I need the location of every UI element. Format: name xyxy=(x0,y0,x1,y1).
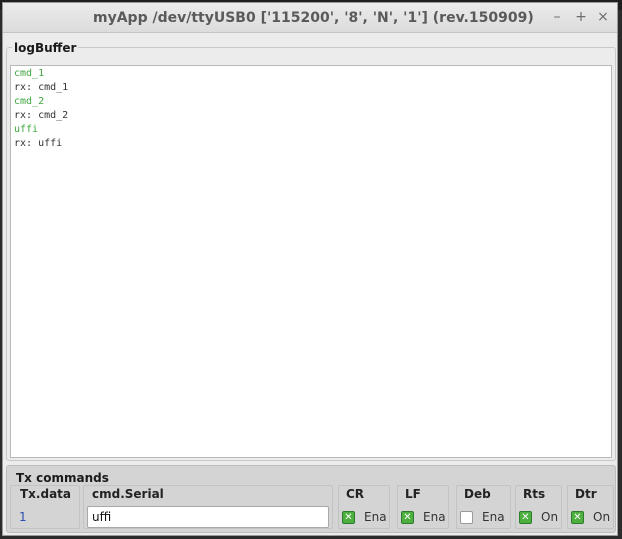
checkbox-checked-icon[interactable]: ✕ xyxy=(401,510,414,524)
tx-data-label: Tx.data xyxy=(20,487,72,501)
lf-checkbox[interactable]: ✕ Ena xyxy=(401,510,446,524)
cr-label: CR xyxy=(346,487,365,501)
close-icon[interactable]: × xyxy=(595,9,611,25)
app-window: myApp /dev/ttyUSB0 ['115200', '8', 'N', … xyxy=(2,2,618,536)
rts-label: Rts xyxy=(523,487,546,501)
tx-data-cell: Tx.data 1 xyxy=(10,485,80,529)
checkbox-checked-icon[interactable]: ✕ xyxy=(571,510,584,524)
dtr-label: Dtr xyxy=(575,487,597,501)
rts-checkbox-text: On xyxy=(541,510,559,524)
deb-label: Deb xyxy=(464,487,491,501)
rts-checkbox[interactable]: ✕ On xyxy=(519,510,558,524)
window-title: myApp /dev/ttyUSB0 ['115200', '8', 'N', … xyxy=(93,10,534,26)
log-line: rx: cmd_1 xyxy=(14,82,69,93)
log-line: uffi xyxy=(14,124,39,135)
checkbox-checked-icon[interactable]: ✕ xyxy=(342,510,355,524)
tx-commands-title: Tx commands xyxy=(16,471,109,485)
log-buffer-textarea[interactable]: cmd_1 rx: cmd_1 cmd_2 rx: cmd_2 uffi rx:… xyxy=(10,65,612,458)
cr-cell: CR ✕ Ena xyxy=(338,485,390,529)
dtr-cell: Dtr ✕ On xyxy=(567,485,614,529)
dtr-checkbox-text: On xyxy=(593,510,611,524)
lf-checkbox-text: Ena xyxy=(423,510,446,524)
log-line: rx: cmd_2 xyxy=(14,110,69,121)
log-buffer-title: logBuffer xyxy=(12,41,79,55)
minimize-icon[interactable]: – xyxy=(549,9,565,25)
log-buffer-group: logBuffer cmd_1 rx: cmd_1 cmd_2 rx: cmd_… xyxy=(6,41,616,461)
maximize-icon[interactable]: + xyxy=(573,9,589,25)
tx-data-value: 1 xyxy=(19,510,27,524)
dtr-checkbox[interactable]: ✕ On xyxy=(571,510,610,524)
cr-checkbox-text: Ena xyxy=(364,510,387,524)
lf-label: LF xyxy=(405,487,421,501)
log-line: cmd_1 xyxy=(14,68,45,79)
checkbox-checked-icon[interactable]: ✕ xyxy=(519,510,532,524)
rts-cell: Rts ✕ On xyxy=(515,485,562,529)
checkbox-unchecked-icon[interactable] xyxy=(460,510,473,524)
cmd-serial-label: cmd.Serial xyxy=(92,487,164,501)
deb-cell: Deb Ena xyxy=(456,485,511,529)
cmd-serial-cell: cmd.Serial xyxy=(83,485,333,529)
deb-checkbox[interactable]: Ena xyxy=(460,510,505,524)
cr-checkbox[interactable]: ✕ Ena xyxy=(342,510,387,524)
log-line: cmd_2 xyxy=(14,96,45,107)
title-bar[interactable]: myApp /dev/ttyUSB0 ['115200', '8', 'N', … xyxy=(3,3,617,33)
lf-cell: LF ✕ Ena xyxy=(397,485,449,529)
log-line: rx: uffi xyxy=(14,138,63,149)
cmd-serial-input[interactable] xyxy=(87,506,329,528)
deb-checkbox-text: Ena xyxy=(482,510,505,524)
tx-commands-group: Tx commands Tx.data 1 cmd.Serial CR ✕ En… xyxy=(6,465,616,533)
